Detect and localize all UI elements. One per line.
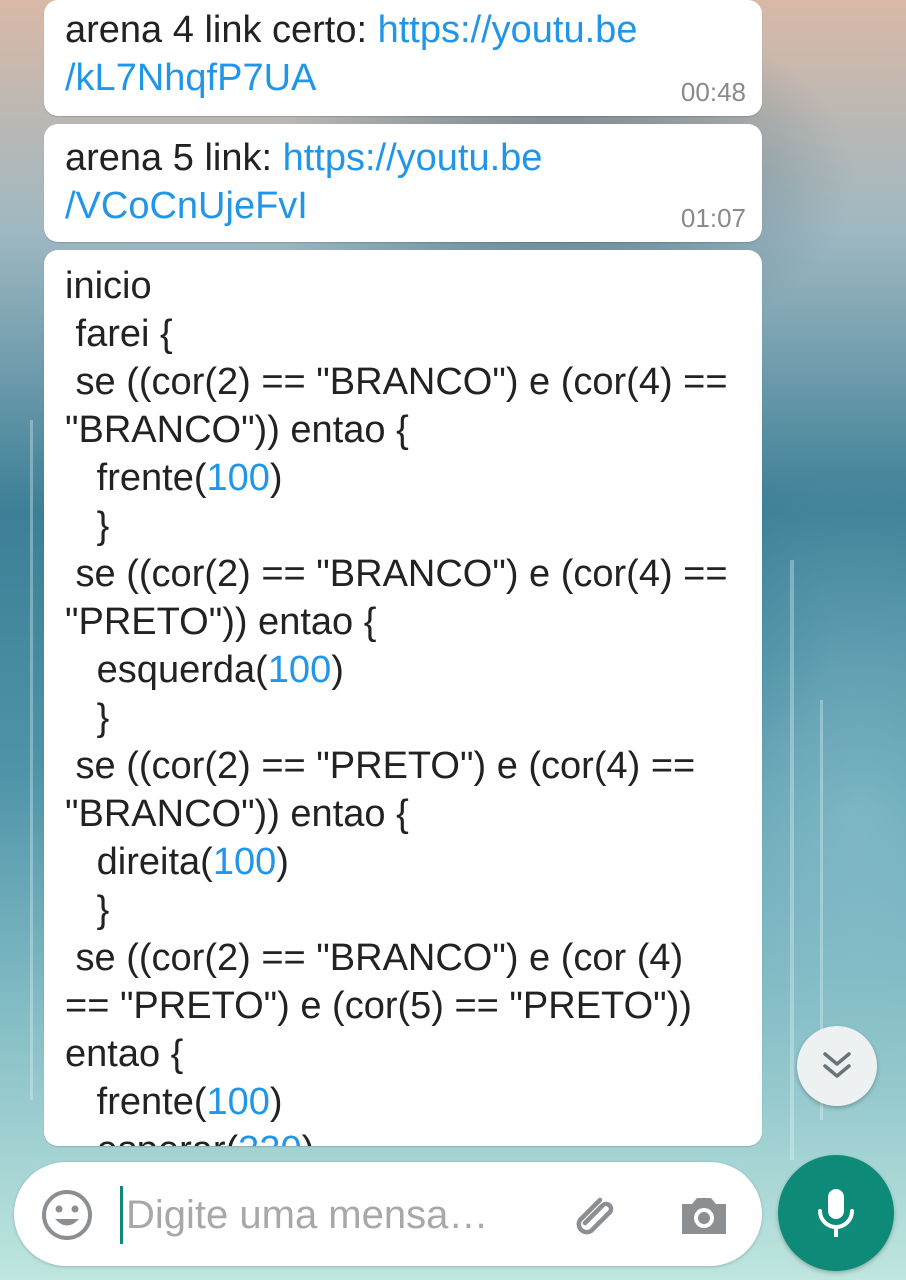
code-line: frente(100) bbox=[65, 457, 283, 499]
code-line: se ((cor(2) == "BRANCO") e (cor(4) == bbox=[65, 553, 728, 595]
wallpaper-decoration bbox=[30, 420, 33, 1100]
code-line: entao { bbox=[65, 1033, 184, 1075]
code-line: == "PRETO") e (cor(5) == "PRETO")) bbox=[65, 985, 692, 1027]
message-prefix: arena 4 link certo: bbox=[65, 9, 378, 51]
code-line: } bbox=[65, 697, 110, 739]
message-timestamp: 01:07 bbox=[680, 203, 746, 233]
code-line: se ((cor(2) == "PRETO") e (cor(4) == bbox=[65, 745, 696, 787]
code-line: esquerda(100) bbox=[65, 649, 344, 691]
code-line: farei { bbox=[65, 313, 173, 355]
message-text: arena 5 link: https://youtu.be/VCoCnUjeF… bbox=[65, 134, 742, 230]
code-line: frente(100) bbox=[65, 1081, 283, 1123]
scroll-to-bottom-button[interactable] bbox=[797, 1026, 877, 1106]
paperclip-icon bbox=[576, 1197, 614, 1235]
message-bubble[interactable]: arena 4 link certo: https://youtu.be/kL7… bbox=[44, 0, 762, 116]
message-input-bar: Digite uma mensa… bbox=[14, 1162, 762, 1266]
microphone-icon bbox=[818, 1189, 854, 1237]
code-line: } bbox=[65, 505, 110, 547]
message-input[interactable]: Digite uma mensa… bbox=[126, 1190, 488, 1240]
code-line: direita(100) bbox=[65, 841, 289, 883]
numeric-literal: 320 bbox=[238, 1129, 301, 1146]
message-prefix: arena 5 link: bbox=[65, 137, 283, 179]
camera-icon bbox=[682, 1198, 726, 1234]
code-message-bubble[interactable]: inicio farei { se ((cor(2) == "BRANCO") … bbox=[44, 250, 762, 1146]
emoji-button[interactable] bbox=[40, 1188, 94, 1242]
text-cursor bbox=[120, 1186, 123, 1244]
code-line: esperar(320) bbox=[65, 1126, 742, 1146]
message-bubble[interactable]: arena 5 link: https://youtu.be/VCoCnUjeF… bbox=[44, 124, 762, 242]
code-message-text: inicio farei { se ((cor(2) == "BRANCO") … bbox=[65, 262, 742, 1146]
double-chevron-down-icon bbox=[823, 1052, 851, 1078]
code-line: se ((cor(2) == "BRANCO") e (cor(4) == bbox=[65, 361, 728, 403]
numeric-literal: 100 bbox=[206, 1081, 270, 1123]
code-line: "BRANCO")) entao { bbox=[65, 409, 409, 451]
wallpaper-decoration bbox=[790, 560, 794, 1160]
numeric-literal: 100 bbox=[206, 457, 270, 499]
numeric-literal: 100 bbox=[267, 649, 332, 691]
message-text: arena 4 link certo: https://youtu.be/kL7… bbox=[65, 6, 742, 102]
attach-button[interactable] bbox=[566, 1188, 622, 1244]
code-line: se ((cor(2) == "BRANCO") e (cor (4) bbox=[65, 937, 684, 979]
code-line: } bbox=[65, 889, 110, 931]
code-line: "BRANCO")) entao { bbox=[65, 793, 409, 835]
voice-message-button[interactable] bbox=[778, 1155, 894, 1271]
emoji-icon bbox=[42, 1190, 92, 1240]
numeric-literal: 100 bbox=[212, 841, 277, 883]
code-line: inicio bbox=[65, 265, 152, 307]
code-line: "PRETO")) entao { bbox=[65, 601, 377, 643]
message-timestamp: 00:48 bbox=[680, 77, 746, 107]
camera-button[interactable] bbox=[676, 1188, 732, 1244]
